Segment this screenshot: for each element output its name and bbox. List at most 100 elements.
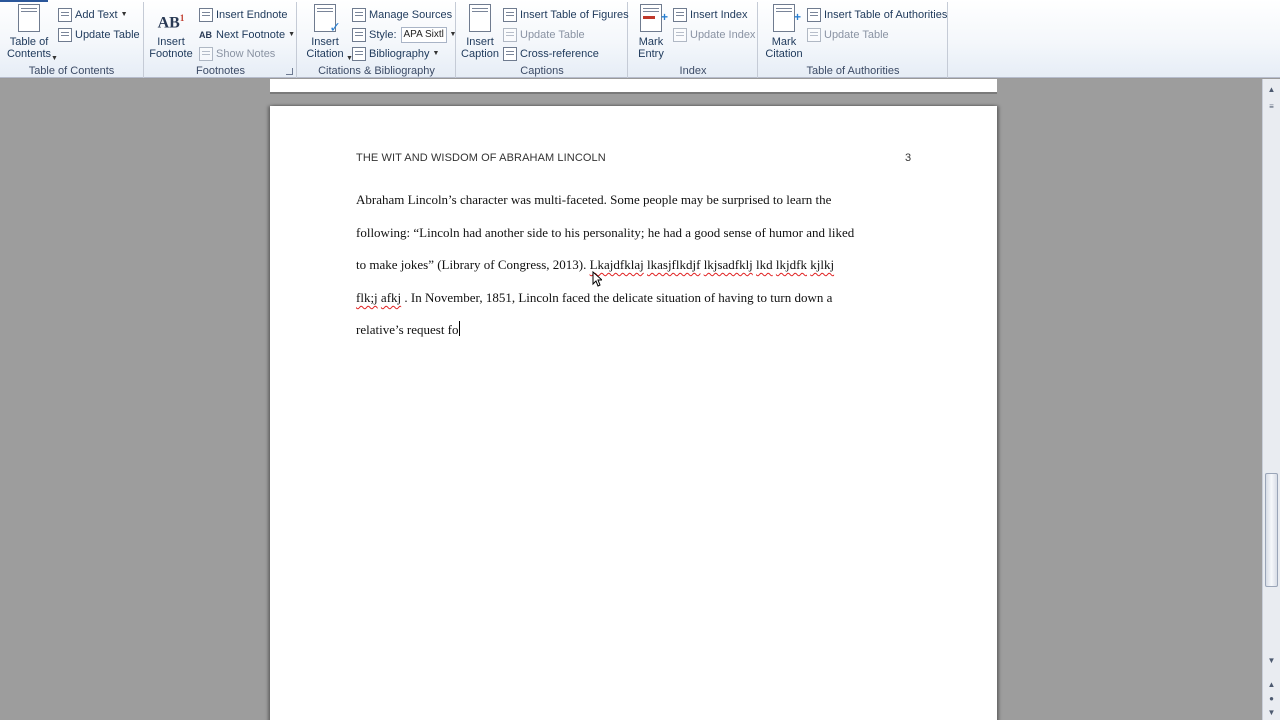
next-page-icon[interactable]: ▼ xyxy=(1265,705,1278,719)
update-table-button[interactable]: Update Table xyxy=(58,26,140,44)
add-text-label: Add Text xyxy=(75,9,118,21)
group-table-of-authorities: + Mark Citation Insert Table of Authorit… xyxy=(759,2,948,78)
text-cursor xyxy=(458,321,460,337)
mark-entry-icon: + xyxy=(640,4,668,32)
group-label-table-of-contents: Table of Contents xyxy=(28,65,115,77)
text-line: flk;j afkj . In November, 1851, Lincoln … xyxy=(356,289,833,305)
insert-table-of-figures-label: Insert Table of Figures xyxy=(520,9,629,21)
group-label-footnotes: Footnotes xyxy=(196,65,245,77)
update-table-icon xyxy=(58,28,72,42)
misspelled-word[interactable]: afkj xyxy=(381,290,401,305)
group-label-captions: Captions xyxy=(520,65,564,77)
group-table-of-contents: Table of Contents ▼ Add Text ▼ Update Ta… xyxy=(0,2,144,78)
misspelled-word[interactable]: lkjsadfklj xyxy=(704,257,753,272)
chevron-down-icon: ▼ xyxy=(432,50,440,57)
misspelled-word[interactable]: lkjdfk xyxy=(776,257,807,272)
cross-reference-label: Cross-reference xyxy=(520,48,599,60)
previous-page-icon[interactable]: ▲ xyxy=(1265,677,1278,691)
manage-sources-label: Manage Sources xyxy=(369,9,453,21)
manage-sources-button[interactable]: Manage Sources xyxy=(352,6,452,24)
mouse-pointer-icon xyxy=(592,271,602,287)
insert-citation-icon: ✓ xyxy=(314,4,341,34)
update-table-figures-icon xyxy=(503,28,517,42)
insert-index-label: Insert Index xyxy=(690,9,748,21)
page-header[interactable]: THE WIT AND WISDOM OF ABRAHAM LINCOLN xyxy=(356,152,606,164)
misspelled-word[interactable]: Lkajdfklaj xyxy=(590,257,644,272)
update-table-authorities-icon xyxy=(807,28,821,42)
update-index-button[interactable]: Update Index xyxy=(673,26,755,44)
style-label: Style: xyxy=(369,29,397,41)
table-of-figures-icon xyxy=(503,8,517,22)
insert-citation-button[interactable]: ✓ Insert Citation ▼ xyxy=(302,4,353,62)
insert-index-icon xyxy=(673,8,687,22)
insert-caption-button[interactable]: Insert Caption xyxy=(459,4,501,60)
group-captions: Insert Caption Insert Table of Figures U… xyxy=(457,2,629,78)
document-page[interactable]: THE WIT AND WISDOM OF ABRAHAM LINCOLN 3 … xyxy=(270,106,997,720)
document-body[interactable]: Abraham Lincoln’s character was multi-fa… xyxy=(356,188,916,351)
page-number: 3 xyxy=(905,152,912,164)
next-footnote-label: Next Footnote xyxy=(216,29,286,41)
cross-reference-icon xyxy=(503,47,517,61)
update-table-label: Update Table xyxy=(75,29,140,41)
group-label-citations: Citations & Bibliography xyxy=(318,65,435,77)
show-notes-label: Show Notes xyxy=(216,48,276,60)
text-line: relative’s request fo xyxy=(356,321,460,338)
scroll-down-arrow-icon[interactable]: ▼ xyxy=(1265,653,1278,667)
footnote-icon: AB1 xyxy=(157,13,185,32)
misspelled-word[interactable]: lkd xyxy=(756,257,773,272)
show-notes-button[interactable]: Show Notes xyxy=(199,45,275,63)
bibliography-icon xyxy=(352,47,366,61)
browse-object-icon[interactable]: ● xyxy=(1265,691,1278,705)
style-dropdown-value[interactable]: APA Sixtl xyxy=(400,27,447,43)
group-citations-bibliography: ✓ Insert Citation ▼ Manage Sources Style… xyxy=(298,2,456,78)
misspelled-word[interactable]: kjlkj xyxy=(810,257,834,272)
table-of-contents-icon xyxy=(18,4,40,32)
add-text-icon xyxy=(58,8,72,22)
style-icon xyxy=(352,28,366,42)
next-footnote-icon: AB xyxy=(199,30,212,40)
add-text-button[interactable]: Add Text ▼ xyxy=(58,6,128,24)
insert-endnote-label: Insert Endnote xyxy=(216,9,288,21)
manage-sources-icon xyxy=(352,8,366,22)
mark-entry-label: Mark Entry xyxy=(638,36,664,60)
bibliography-label: Bibliography xyxy=(369,48,430,60)
update-table-authorities-button[interactable]: Update Table xyxy=(807,26,889,44)
style-selector[interactable]: Style: APA Sixtl ▼ xyxy=(352,26,456,44)
bibliography-button[interactable]: Bibliography ▼ xyxy=(352,45,439,63)
mark-citation-icon: + xyxy=(773,4,801,32)
text-line: Abraham Lincoln’s character was multi-fa… xyxy=(356,192,832,207)
insert-footnote-button[interactable]: AB1 Insert Footnote xyxy=(148,4,194,60)
scroll-up-arrow-icon[interactable]: ▲ xyxy=(1265,82,1278,96)
chevron-down-icon[interactable]: ▼ xyxy=(450,26,457,44)
endnote-icon xyxy=(199,8,213,22)
chevron-down-icon: ▼ xyxy=(51,55,58,62)
update-index-icon xyxy=(673,28,687,42)
misspelled-word[interactable]: lkasjflkdjf xyxy=(647,257,700,272)
mark-citation-button[interactable]: + Mark Citation xyxy=(762,4,806,60)
table-of-contents-button[interactable]: Table of Contents ▼ xyxy=(4,4,58,62)
table-of-authorities-icon xyxy=(807,8,821,22)
vertical-scrollbar[interactable]: ▲ ≡ ▼ ▲ ● ▼ xyxy=(1262,79,1280,720)
scroll-thumb[interactable] xyxy=(1265,473,1278,587)
insert-table-of-authorities-label: Insert Table of Authorities xyxy=(824,9,948,21)
mark-entry-button[interactable]: + Mark Entry xyxy=(633,4,669,60)
group-label-index: Index xyxy=(679,65,707,77)
insert-table-of-authorities-button[interactable]: Insert Table of Authorities xyxy=(807,6,947,24)
insert-table-of-figures-button[interactable]: Insert Table of Figures xyxy=(503,6,629,24)
ruler-toggle-icon[interactable]: ≡ xyxy=(1265,99,1278,113)
update-table-figures-label: Update Table xyxy=(520,29,585,41)
misspelled-word[interactable]: flk;j xyxy=(356,290,378,305)
cross-reference-button[interactable]: Cross-reference xyxy=(503,45,599,63)
table-of-contents-label: Table of Contents xyxy=(6,36,52,60)
footnotes-dialog-launcher-icon[interactable] xyxy=(286,68,293,75)
insert-index-button[interactable]: Insert Index xyxy=(673,6,747,24)
insert-footnote-label: Insert Footnote xyxy=(149,36,193,60)
group-label-authorities: Table of Authorities xyxy=(806,65,900,77)
show-notes-icon xyxy=(199,47,213,61)
insert-endnote-button[interactable]: Insert Endnote xyxy=(199,6,288,24)
update-table-authorities-label: Update Table xyxy=(824,29,889,41)
update-index-label: Update Index xyxy=(690,29,756,41)
update-table-figures-button[interactable]: Update Table xyxy=(503,26,585,44)
previous-page-bottom xyxy=(270,79,997,94)
next-footnote-button[interactable]: AB Next Footnote ▼ xyxy=(199,26,295,44)
